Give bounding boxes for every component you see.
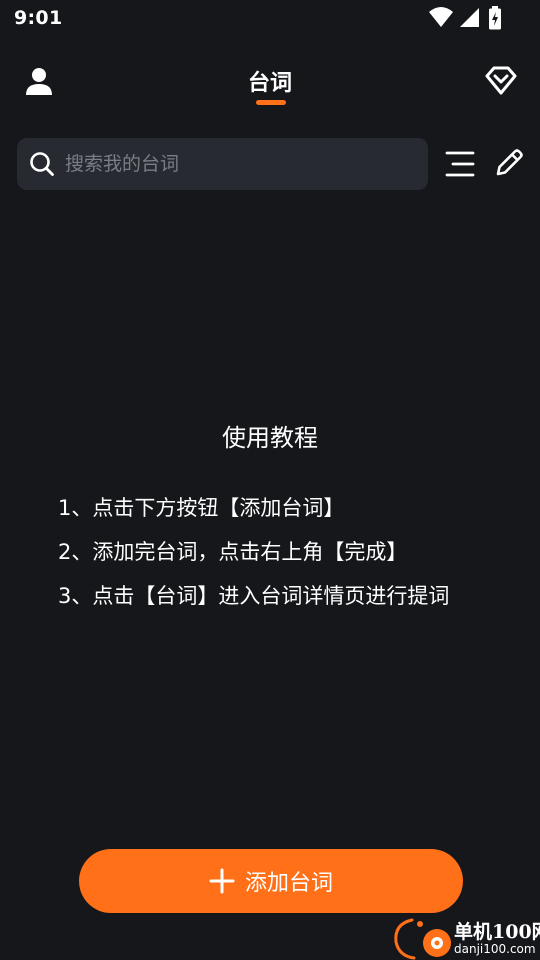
status-time: 9:01 (14, 7, 63, 29)
wifi-icon (429, 7, 453, 27)
title-tab-indicator (256, 100, 286, 105)
signal-icon (460, 8, 479, 27)
watermark-title: 单机100网 (454, 921, 540, 943)
battery-charging-icon (489, 6, 501, 30)
tutorial-step: 1、点击下方按钮【添加台词】 (58, 496, 345, 520)
tutorial-steps: 1、点击下方按钮【添加台词】 2、添加完台词，点击右上角【完成】 3、点击【台词… (58, 486, 528, 618)
screen: 9:01 台词 搜索我的台词 使用教程 1、点击下方按钮【添加台词】 2、添加完… (0, 0, 540, 960)
tutorial-step: 3、点击【台词】进入台词详情页进行提词 (58, 584, 450, 608)
page-title[interactable]: 台词 (0, 65, 540, 97)
status-bar: 9:01 (0, 0, 540, 36)
pencil-icon[interactable] (492, 146, 526, 180)
app-header: 台词 (0, 52, 540, 112)
search-box[interactable] (17, 138, 428, 190)
add-lines-label: 添加台词 (244, 871, 333, 896)
watermark: 单机100网 danji100.com (390, 914, 540, 960)
plus-icon (209, 868, 235, 894)
tutorial-step: 2、添加完台词，点击右上角【完成】 (58, 540, 408, 564)
search-input[interactable] (65, 138, 415, 190)
watermark-url: danji100.com (454, 942, 536, 956)
add-lines-button[interactable]: 添加台词 (79, 849, 463, 913)
sort-list-icon[interactable] (444, 150, 476, 178)
vip-diamond-icon[interactable] (484, 64, 518, 98)
search-icon (30, 152, 54, 176)
watermark-logo-icon (394, 918, 451, 960)
tutorial-title: 使用教程 (222, 424, 318, 452)
